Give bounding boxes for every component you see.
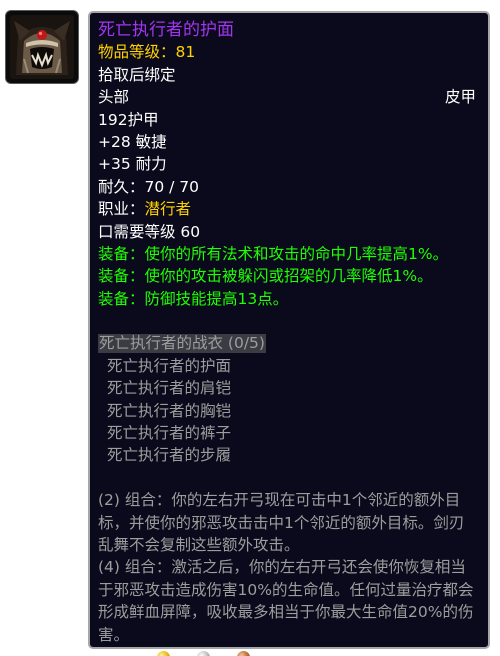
slot-row: 头部 皮甲 — [98, 86, 478, 108]
silver-amount: 90 — [174, 646, 194, 656]
stat-agility: +28 敏捷 — [98, 132, 167, 151]
set-piece: 死亡执行者的裤子 — [107, 424, 232, 443]
binding-text: 拾取后绑定 — [98, 65, 176, 84]
gold-coin-icon — [157, 650, 171, 656]
item-tooltip-screen: 死亡执行者的护面 物品等级：81 拾取后绑定 头部 皮甲 192护甲 +28 敏… — [0, 0, 500, 656]
set-title[interactable]: 死亡执行者的战衣 (0/5) — [98, 334, 266, 354]
class-requirement: 职业：潜行者 — [98, 198, 478, 220]
slot-label: 头部 — [98, 88, 130, 107]
sell-price-label: 售价： — [98, 646, 145, 656]
item-icon-frame[interactable] — [5, 10, 79, 84]
set-piece: 死亡执行者的护面 — [107, 356, 232, 375]
class-label: 职业： — [98, 200, 145, 219]
equip-effect: 装备：防御技能提高13点。 — [98, 289, 289, 308]
silver-coin-icon — [197, 650, 211, 656]
armor-value: 192护甲 — [98, 110, 159, 129]
copper-coin-icon — [236, 650, 250, 656]
equip-effect: 装备：使你的攻击被躲闪或招架的几率降低1%。 — [98, 267, 433, 286]
required-level: 口需要等级 60 — [98, 222, 201, 241]
helm-icon — [10, 15, 74, 79]
set-piece: 死亡执行者的步履 — [107, 446, 232, 465]
class-value: 潜行者 — [144, 200, 192, 219]
copper-amount: 81 — [214, 646, 234, 656]
set-piece: 死亡执行者的胸铠 — [107, 401, 232, 420]
set-piece: 死亡执行者的肩铠 — [107, 379, 232, 398]
armor-type-label: 皮甲 — [444, 88, 476, 107]
equip-effect: 装备：使你的所有法术和攻击的命中几率提高1%。 — [98, 244, 449, 263]
gold-amount: 6 — [145, 646, 155, 656]
item-level: 物品等级：81 — [98, 43, 196, 62]
set-bonus-2: (2) 组合：你的左右开弓现在可击中1个邻近的额外目标，并使你的邪恶攻击击中1个… — [98, 491, 465, 555]
sell-price: 售价： 6 90 81 — [98, 646, 478, 656]
set-bonus-4: (4) 组合：激活之后，你的左右开弓还会使你恢复相当于邪恶攻击造成伤害10%的生… — [98, 558, 474, 644]
item-name: 死亡执行者的护面 — [98, 20, 234, 40]
item-tooltip: 死亡执行者的护面 物品等级：81 拾取后绑定 头部 皮甲 192护甲 +28 敏… — [88, 11, 490, 656]
durability: 耐久：70 / 70 — [98, 177, 200, 196]
stat-stamina: +35 耐力 — [98, 155, 167, 174]
set-title-row: 死亡执行者的战衣 (0/5) — [98, 332, 478, 354]
